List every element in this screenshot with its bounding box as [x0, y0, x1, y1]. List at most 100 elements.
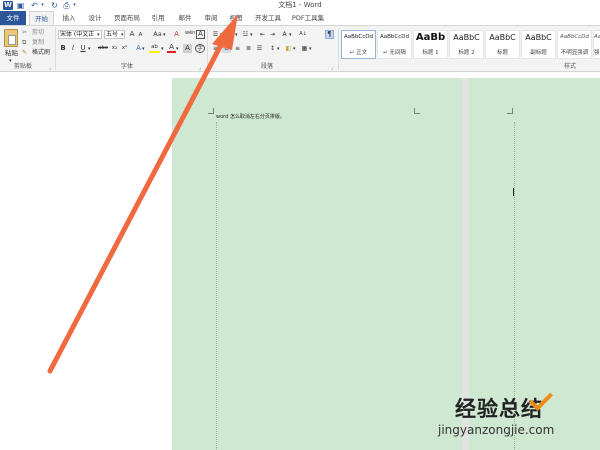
line-spacing-dropdown-icon[interactable]: ▾: [277, 45, 280, 53]
align-center-button[interactable]: ≡: [222, 44, 231, 53]
style-normal[interactable]: AaBbCcDd ↵ 正文: [341, 30, 376, 59]
shrink-font-button[interactable]: A: [137, 31, 144, 40]
justify-button[interactable]: ≣: [244, 44, 253, 53]
paste-dropdown-icon[interactable]: ▾: [9, 57, 12, 65]
underline-button[interactable]: U: [79, 44, 87, 53]
italic-button[interactable]: I: [69, 44, 77, 53]
align-left-button[interactable]: ≡: [211, 44, 220, 53]
format-painter-button[interactable]: 格式刷: [32, 49, 50, 57]
paragraph-launcher-icon[interactable]: ⌟: [331, 64, 333, 72]
tab-file[interactable]: 文件: [0, 11, 26, 25]
strikethrough-button[interactable]: abc: [97, 44, 109, 53]
char-border-button[interactable]: A: [196, 30, 205, 39]
align-right-button[interactable]: ≡: [233, 44, 242, 53]
style-emphasis[interactable]: AaBbCcDd 强调: [593, 30, 600, 59]
style-sample-text: AaBbC: [525, 33, 552, 42]
highlight-button[interactable]: ab: [149, 44, 160, 53]
watermark-url: jingyanzongjie.com: [438, 423, 555, 437]
style-subtitle[interactable]: AaBbC 副标题: [521, 30, 556, 59]
show-marks-button[interactable]: ¶: [325, 30, 334, 39]
line-spacing-button[interactable]: ↕: [268, 44, 277, 53]
ribbon-tabs: 文件 开始 插入 设计 页面布局 引用 邮件 审阅 视图 开发工具 PDF工具集: [0, 11, 600, 25]
page-gap: [462, 78, 469, 450]
style-heading-1[interactable]: AaBb 标题 1: [413, 30, 448, 59]
bold-button[interactable]: B: [59, 44, 67, 53]
group-divider: [207, 28, 208, 70]
style-name-label: 强调: [594, 50, 600, 56]
bullets-button[interactable]: ☰: [211, 30, 220, 39]
change-case-button[interactable]: Aa: [152, 30, 163, 39]
paragraph-group-label: 段落: [261, 63, 274, 70]
font-launcher-icon[interactable]: ⌟: [199, 64, 201, 72]
title-bar: W ▣ ↶ ▾ ↻ ⎙ ▾ 文档1 - Word: [0, 0, 600, 11]
format-painter-icon[interactable]: ✎: [22, 49, 27, 57]
style-name-label: ↵ 无间隔: [383, 50, 406, 56]
shading-dropdown-icon[interactable]: ▾: [293, 45, 296, 53]
font-color-button[interactable]: A: [167, 44, 176, 53]
tab-developer[interactable]: 开发工具: [251, 11, 285, 25]
chinese-layout-dropdown-icon[interactable]: ▾: [289, 31, 292, 39]
multilevel-list-button[interactable]: ☳: [241, 30, 250, 39]
change-case-dropdown-icon[interactable]: ▾: [163, 31, 166, 39]
cut-button[interactable]: 剪切: [32, 29, 44, 37]
paste-button[interactable]: 粘贴: [5, 49, 18, 57]
borders-button[interactable]: ▦: [300, 44, 309, 53]
cut-icon[interactable]: ✂: [22, 29, 27, 37]
margin-guide: [216, 122, 217, 450]
clipboard-group-label: 剪贴板: [14, 63, 33, 70]
copy-icon[interactable]: ⧉: [22, 39, 26, 47]
font-name-combo[interactable]: 宋体 (中文正: [58, 30, 102, 39]
font-name-dropdown-icon[interactable]: ▾: [97, 31, 100, 39]
styles-group-label: 样式: [564, 63, 577, 70]
shading-button[interactable]: ◧: [284, 44, 293, 53]
grow-font-button[interactable]: A: [128, 30, 136, 39]
style-name-label: 标题 2: [458, 50, 475, 56]
tab-mailings[interactable]: 邮件: [173, 11, 197, 25]
tab-insert[interactable]: 插入: [56, 11, 82, 25]
bullets-dropdown-icon[interactable]: ▾: [220, 31, 223, 39]
group-divider: [338, 28, 339, 70]
subscript-button[interactable]: x₂: [110, 44, 119, 53]
tab-home[interactable]: 开始: [29, 11, 54, 25]
superscript-button[interactable]: x²: [120, 44, 129, 53]
highlight-dropdown-icon[interactable]: ▾: [161, 45, 164, 53]
numbering-button[interactable]: ☷: [226, 30, 235, 39]
font-group-label: 字体: [121, 63, 134, 70]
font-size-dropdown-icon[interactable]: ▾: [121, 31, 124, 39]
style-title[interactable]: AaBbC 标题: [485, 30, 520, 59]
decrease-indent-button[interactable]: ⇤: [258, 30, 267, 39]
page-2[interactable]: [469, 78, 600, 450]
increase-indent-button[interactable]: ⇥: [268, 30, 277, 39]
style-name-label: ↵ 正文: [349, 50, 368, 56]
text-effects-dropdown-icon[interactable]: ▾: [142, 45, 145, 53]
borders-dropdown-icon[interactable]: ▾: [309, 45, 312, 53]
text-cursor: [513, 188, 514, 196]
sort-button[interactable]: A↓: [298, 30, 308, 39]
style-name-label: 不明显强调: [560, 50, 589, 56]
clear-format-button[interactable]: A: [172, 30, 181, 39]
tab-view[interactable]: 视图: [224, 11, 248, 25]
font-color-dropdown-icon[interactable]: ▾: [176, 45, 179, 53]
paste-icon[interactable]: [4, 29, 18, 47]
multilevel-dropdown-icon[interactable]: ▾: [250, 31, 253, 39]
clipboard-launcher-icon[interactable]: ⌟: [49, 64, 51, 72]
distributed-button[interactable]: ☰: [255, 44, 264, 53]
tab-review[interactable]: 审阅: [199, 11, 223, 25]
chinese-layout-button[interactable]: A: [280, 30, 289, 39]
style-subtle-emphasis[interactable]: AaBbCcDd 不明显强调: [557, 30, 592, 59]
style-no-spacing[interactable]: AaBbCcDd ↵ 无间隔: [377, 30, 412, 59]
document-text[interactable]: word 怎么取消左右分页排版。: [216, 114, 285, 121]
tab-references[interactable]: 引用: [146, 11, 170, 25]
tab-page-layout[interactable]: 页面布局: [110, 11, 144, 25]
enclose-char-button[interactable]: 字: [195, 44, 205, 53]
margin-corner-mark: [208, 108, 214, 114]
style-heading-2[interactable]: AaBbC 标题 2: [449, 30, 484, 59]
tab-pdf-tools[interactable]: PDF工具集: [290, 11, 326, 25]
copy-button[interactable]: 复制: [32, 39, 44, 47]
tab-design[interactable]: 设计: [83, 11, 107, 25]
char-shading-button[interactable]: A: [183, 44, 192, 53]
numbering-dropdown-icon[interactable]: ▾: [235, 31, 238, 39]
style-sample-text: AaBbC: [453, 33, 480, 42]
phonetic-guide-button[interactable]: wén: [185, 29, 195, 38]
underline-dropdown-icon[interactable]: ▾: [88, 45, 91, 53]
